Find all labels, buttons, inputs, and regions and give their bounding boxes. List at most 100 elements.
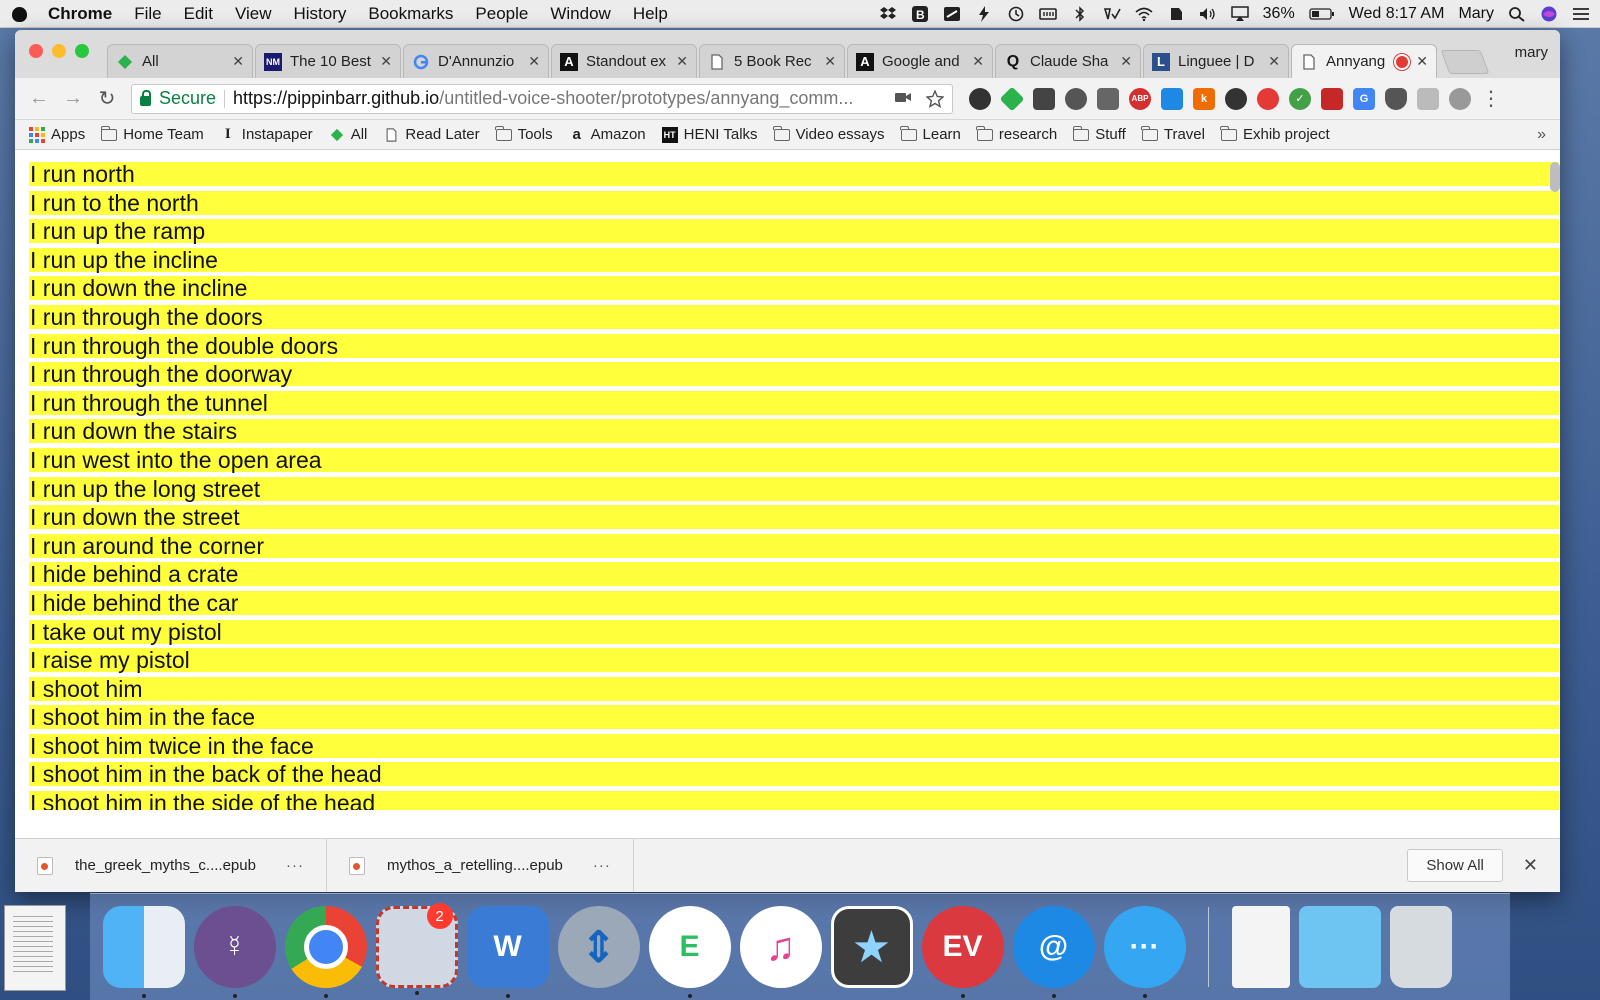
bookmark-apps[interactable]: Apps [29, 126, 85, 143]
memory-icon[interactable] [1038, 6, 1057, 22]
bookmark-learn[interactable]: Learn [900, 125, 961, 143]
menu-window[interactable]: Window [550, 4, 610, 24]
close-window-button[interactable] [29, 44, 43, 58]
close-shelf-icon[interactable]: ✕ [1523, 855, 1538, 876]
translate-extension-icon[interactable]: G [1353, 87, 1375, 110]
bookmarks-overflow-chevron-icon[interactable]: » [1537, 126, 1546, 144]
trash-icon[interactable] [1389, 906, 1452, 988]
menu-bookmarks[interactable]: Bookmarks [368, 4, 453, 24]
zoom-window-button[interactable] [75, 44, 89, 58]
tab-close-icon[interactable]: ✕ [380, 53, 392, 70]
tab-5-book-rec[interactable]: 5 Book Rec ✕ [699, 44, 845, 78]
spotlight-search-icon[interactable] [1508, 6, 1526, 22]
expressvpn-icon[interactable]: EV [921, 906, 1004, 998]
document-stack-icon[interactable] [1231, 906, 1290, 988]
apple-icon[interactable] [10, 4, 28, 24]
scanner-icon[interactable] [943, 6, 961, 22]
finder-icon[interactable] [102, 906, 185, 998]
bookmark-stuff[interactable]: Stuff [1072, 125, 1126, 143]
show-all-downloads-button[interactable]: Show All [1407, 849, 1503, 882]
forward-arrow-icon[interactable]: → [59, 87, 87, 110]
check-extension-icon[interactable]: ✓ [1289, 87, 1311, 110]
mail-icon[interactable]: 2 [375, 903, 458, 995]
notification-center-icon[interactable] [1572, 6, 1590, 22]
tab-close-icon[interactable]: ✕ [1268, 53, 1280, 70]
sequel-icon[interactable]: @ [1012, 906, 1095, 998]
reload-icon[interactable]: ↻ [93, 86, 121, 111]
wifi-icon[interactable] [1135, 6, 1153, 22]
circle-extension-icon[interactable] [1449, 87, 1471, 110]
time-machine-icon[interactable] [1007, 6, 1025, 22]
camera-icon[interactable] [894, 90, 912, 104]
address-bar[interactable]: Secure https://pippinbarr.github.io /unt… [131, 83, 953, 114]
minimize-window-button[interactable] [52, 44, 66, 58]
tab-close-icon[interactable]: ✕ [1120, 53, 1132, 70]
tab-manager-extension-icon[interactable] [1033, 87, 1055, 110]
bookmark-all[interactable]: All [329, 126, 367, 143]
download-menu-icon[interactable]: ··· [286, 857, 304, 874]
profile-name[interactable]: mary [1515, 44, 1548, 61]
tab-the-10-best[interactable]: NM The 10 Best ✕ [255, 44, 401, 78]
download-menu-icon[interactable]: ··· [593, 857, 611, 874]
bluetooth-icon[interactable] [1071, 5, 1089, 22]
airplay-icon[interactable] [1230, 5, 1249, 22]
bookmark-home-team[interactable]: Home Team [100, 125, 204, 143]
tab-close-icon[interactable]: ✕ [232, 53, 244, 70]
bookmark-tools[interactable]: Tools [495, 125, 553, 143]
notification-extension-icon[interactable] [1161, 87, 1183, 110]
menu-clock[interactable]: Wed 8:17 AM [1349, 5, 1445, 23]
gmail-check-extension-icon[interactable] [1321, 87, 1343, 110]
menu-app-name[interactable]: Chrome [48, 4, 112, 24]
bookmark-exhib-project[interactable]: Exhib project [1220, 125, 1330, 143]
tab-claude-sha[interactable]: Q Claude Sha ✕ [995, 44, 1141, 78]
red-extension-icon[interactable] [1257, 87, 1279, 110]
dropbox-icon[interactable] [879, 6, 897, 22]
tab-dannunzio[interactable]: D'Annunzio ✕ [403, 44, 549, 78]
new-tab-button[interactable] [1440, 50, 1490, 74]
k-extension-icon[interactable]: k [1193, 87, 1215, 110]
lightning-icon[interactable] [975, 5, 993, 22]
bookmark-star-icon[interactable] [926, 89, 944, 108]
bookmark-instapaper[interactable]: I Instapaper [220, 126, 313, 143]
messages-icon[interactable]: ··· [1103, 906, 1186, 998]
tab-google-and[interactable]: A Google and ✕ [847, 44, 993, 78]
screenshot-extension-icon[interactable] [1417, 87, 1439, 110]
tab-standout[interactable]: A Standout ex ✕ [551, 44, 697, 78]
tab-close-icon[interactable]: ✕ [1416, 53, 1428, 70]
menu-view[interactable]: View [235, 4, 272, 24]
bookmark-heni-talks[interactable]: HT HENI Talks [661, 126, 758, 143]
desktop-document-thumbnail[interactable] [4, 905, 66, 991]
volume-icon[interactable] [1199, 6, 1217, 22]
menu-edit[interactable]: Edit [184, 4, 213, 24]
bookmark-video-essays[interactable]: Video essays [773, 125, 885, 143]
transmit-icon[interactable]: ⇕ [557, 906, 640, 988]
folder-stack-icon[interactable] [1298, 906, 1381, 988]
bookmark-read-later[interactable]: Read Later [383, 126, 480, 143]
chrome-extension-icon[interactable] [1225, 87, 1247, 110]
rocket-extension-icon[interactable] [1097, 87, 1119, 110]
accessibility-extension-icon[interactable] [969, 87, 991, 110]
pocket-icon[interactable] [1385, 87, 1407, 110]
bookmark-travel[interactable]: Travel [1141, 125, 1205, 143]
menu-people[interactable]: People [475, 4, 528, 24]
bookmark-research[interactable]: research [976, 125, 1057, 143]
battery-icon[interactable] [1309, 6, 1335, 22]
scrollbar-thumb[interactable] [1550, 162, 1560, 192]
menu-file[interactable]: File [134, 4, 161, 24]
evernote-icon[interactable]: E [648, 906, 731, 998]
download-item[interactable]: mythos_a_retelling....epub ··· [327, 839, 634, 892]
evernote-tray-icon[interactable] [1167, 6, 1185, 22]
secure-label[interactable]: Secure [159, 88, 216, 109]
evernote-extension-icon[interactable] [1065, 87, 1087, 110]
menu-help[interactable]: Help [633, 4, 668, 24]
lock-icon[interactable] [140, 89, 151, 106]
chrome-menu-icon[interactable]: ⋮ [1481, 86, 1501, 111]
tab-close-icon[interactable]: ✕ [528, 53, 540, 70]
tab-close-icon[interactable]: ✕ [972, 53, 984, 70]
tab-close-icon[interactable]: ✕ [676, 53, 688, 70]
tab-close-icon[interactable]: ✕ [824, 53, 836, 70]
word-icon[interactable]: W [466, 906, 549, 998]
menu-user[interactable]: Mary [1458, 5, 1494, 23]
download-item[interactable]: the_greek_myths_c....epub ··· [15, 839, 327, 892]
reeder-icon[interactable]: ★ [830, 906, 913, 988]
